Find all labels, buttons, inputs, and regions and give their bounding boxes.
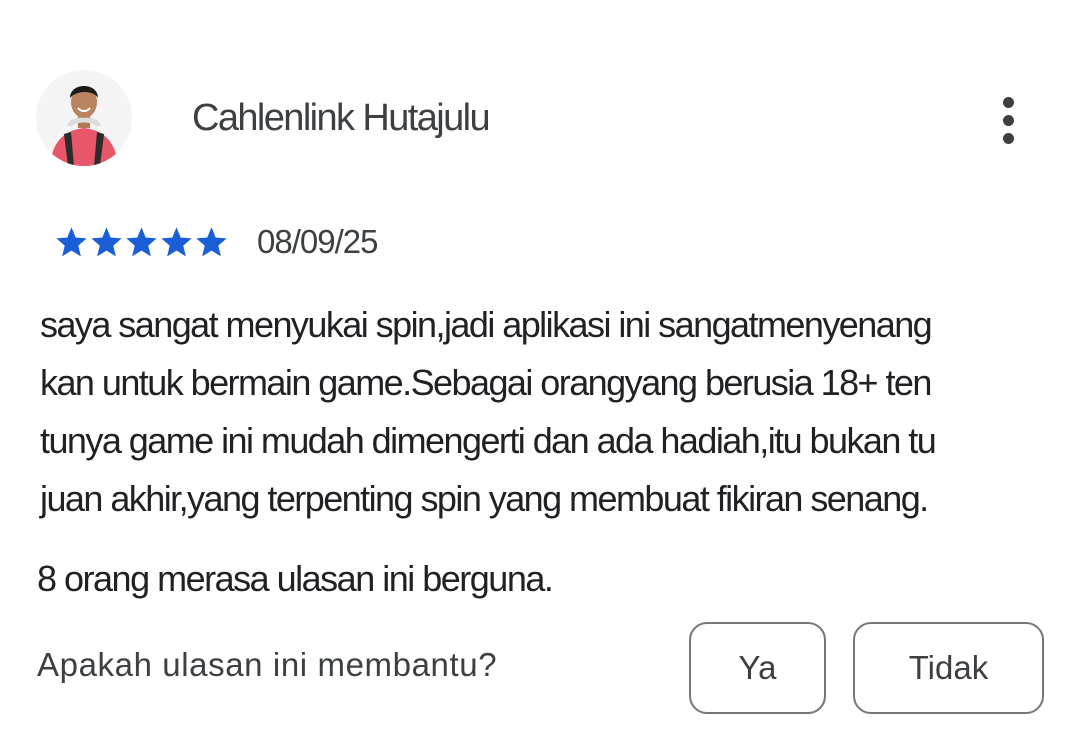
- more-vertical-icon-dot: [1002, 96, 1014, 108]
- review-text-line: tunya game ini mudah dimengerti dan ada …: [40, 420, 937, 461]
- star-rating: [56, 226, 227, 258]
- review-text-line: juan akhir,yang terpenting spin yang mem…: [40, 478, 929, 519]
- reviewer-name: Cahlenlink Hutajulu: [192, 97, 491, 139]
- review-text-line: saya sangat menyukai spin,jadi aplikasi …: [40, 304, 933, 345]
- helpful-no-button[interactable]: Tidak: [853, 622, 1044, 714]
- star-icon: [196, 226, 227, 258]
- star-icon: [161, 226, 192, 258]
- more-vertical-icon-dot: [1002, 132, 1014, 144]
- helpful-prompt: Apakah ulasan ini membantu?: [37, 646, 498, 683]
- review-text: saya sangat menyukai spin,jadi aplikasi …: [40, 296, 1050, 528]
- more-options-button[interactable]: [988, 92, 1028, 148]
- helpful-count: 8 orang merasa ulasan ini berguna.: [37, 558, 554, 599]
- reviewer-avatar-image: [36, 70, 132, 166]
- rating-row: 08/09/25: [56, 220, 378, 264]
- more-vertical-icon-dot: [1002, 114, 1014, 126]
- review-date: 08/09/25: [257, 223, 378, 260]
- star-icon: [126, 226, 157, 258]
- review-text-line: kan untuk bermain game.Sebagai orangyang…: [40, 362, 932, 403]
- helpful-yes-button[interactable]: Ya: [689, 622, 826, 714]
- star-icon: [56, 226, 87, 258]
- reviewer-avatar[interactable]: [36, 70, 132, 166]
- star-icon: [91, 226, 122, 258]
